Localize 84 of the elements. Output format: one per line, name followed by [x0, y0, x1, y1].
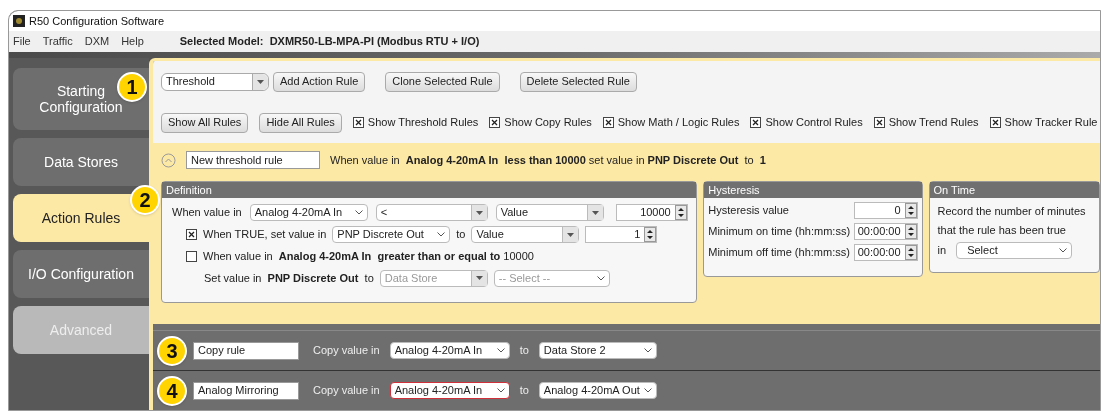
dropdown[interactable]: Value — [495, 204, 604, 221]
caret-icon — [567, 232, 575, 237]
field-label: When value in — [172, 205, 242, 221]
caret-icon — [596, 275, 605, 281]
checked-checkbox[interactable] — [873, 117, 885, 128]
checked-checkbox[interactable] — [602, 117, 614, 128]
number-field[interactable]: 10000 — [615, 204, 688, 221]
checked-checkbox[interactable] — [489, 117, 501, 128]
callout-number: 3 — [157, 336, 187, 366]
spinner-icon — [644, 227, 657, 242]
dropdown[interactable]: Analog 4-20mA Out — [538, 382, 657, 399]
filter-label: Show Math / Logic Rules — [617, 115, 740, 131]
field-label: Minimum off time (hh:mm:ss) — [708, 245, 850, 261]
caret-icon — [496, 388, 505, 393]
toolbar-button[interactable]: Show All Rules — [161, 112, 249, 133]
checked-checkbox[interactable] — [352, 117, 364, 128]
panel-title: Hysteresis — [704, 182, 922, 198]
field-label: to — [519, 343, 529, 359]
field-label: Minimum on time (hh:mm:ss) — [708, 224, 851, 240]
dropdown[interactable]: Analog 4-20mA In — [389, 382, 510, 399]
dropdown[interactable]: Data Store 2 — [538, 342, 657, 359]
toolbar-button[interactable]: Clone Selected Rule — [385, 71, 500, 92]
checked-checkbox[interactable] — [186, 229, 197, 240]
toolbar-button[interactable]: Add Action Rule — [273, 71, 366, 92]
caret-icon — [643, 348, 652, 353]
caret-icon — [496, 348, 505, 353]
filter-label: Show Control Rules — [765, 115, 863, 131]
dropdown[interactable]: Analog 4-20mA In — [389, 342, 510, 359]
spinner-icon — [674, 205, 687, 220]
sidebar-tab[interactable]: I/O Configuration — [13, 250, 149, 298]
caret-icon — [257, 79, 264, 84]
dropdown[interactable]: PNP Discrete Out — [332, 226, 451, 243]
filter-label: Show Tracker Rule — [1004, 115, 1098, 131]
callout-number: 4 — [157, 376, 187, 406]
caret-icon — [354, 210, 363, 215]
rule-name-field[interactable]: Copy rule — [193, 341, 299, 360]
checkbox[interactable] — [186, 250, 197, 262]
rule-summary: When value in Analog 4-20mA In less than 10000 set value in PNP Discrete Out to 1 — [330, 152, 766, 168]
field-label: Copy value in — [313, 343, 380, 359]
rule-type-dropdown[interactable]: Threshold — [161, 72, 269, 91]
field-label: Hysteresis value — [708, 203, 789, 219]
filter-label: Show Threshold Rules — [367, 115, 479, 131]
filter-label: Show Copy Rules — [504, 115, 592, 131]
number-field[interactable]: 1 — [585, 226, 658, 243]
menu-item[interactable]: Help — [121, 33, 144, 50]
filter-label: Show Trend Rules — [888, 115, 979, 131]
field-label: Copy value in — [313, 383, 380, 399]
panel-title: On Time — [929, 182, 1099, 198]
number-field[interactable]: 00:00:00 — [853, 223, 918, 240]
caret-icon — [475, 210, 483, 215]
caret-icon — [475, 276, 483, 280]
dropdown[interactable]: Select — [956, 242, 1073, 259]
field-label: When TRUE, set value in — [203, 227, 327, 243]
selected-model-text: Selected Model: DXMR50-LB-MPA-PI (Modbus RTU + I/O) — [179, 34, 480, 50]
spinner-icon — [904, 224, 917, 239]
toolbar-button[interactable]: Hide All Rules — [259, 112, 342, 133]
dropdown[interactable]: Value — [471, 226, 580, 243]
checked-checkbox[interactable] — [750, 117, 762, 128]
spinner-icon — [904, 245, 917, 260]
toolbar-button[interactable]: Delete Selected Rule — [519, 71, 637, 92]
menu-item[interactable]: File — [13, 33, 31, 50]
caret-icon — [437, 232, 446, 237]
spinner-icon — [904, 203, 917, 218]
sidebar-tab[interactable]: Data Stores — [13, 138, 149, 186]
field-label: When value in Analog 4-20mA In greater than or equal to 10000 — [203, 249, 534, 264]
app-logo-icon — [13, 15, 25, 27]
number-field[interactable]: 0 — [853, 202, 918, 219]
caret-icon — [643, 388, 652, 393]
field-label: to — [456, 227, 466, 243]
dropdown[interactable]: < — [375, 204, 488, 221]
checked-checkbox[interactable] — [989, 117, 1001, 128]
caret-icon — [591, 210, 599, 215]
field-label: in — [937, 243, 947, 259]
rule-name-field[interactable]: New threshold rule — [186, 151, 320, 169]
caret-icon — [1059, 248, 1068, 253]
rule-name-field[interactable]: Analog Mirroring — [193, 381, 299, 400]
number-field[interactable]: 00:00:00 — [853, 244, 918, 261]
menu-item[interactable]: DXM — [84, 33, 110, 50]
window-title: R50 Configuration Software — [29, 13, 165, 29]
field-label: to — [519, 383, 529, 399]
panel-title: Definition — [162, 182, 697, 198]
field-label: Set value in PNP Discrete Out to — [204, 270, 374, 286]
menu-item[interactable]: Traffic — [42, 33, 73, 50]
dropdown[interactable]: Analog 4-20mA In — [249, 204, 368, 221]
